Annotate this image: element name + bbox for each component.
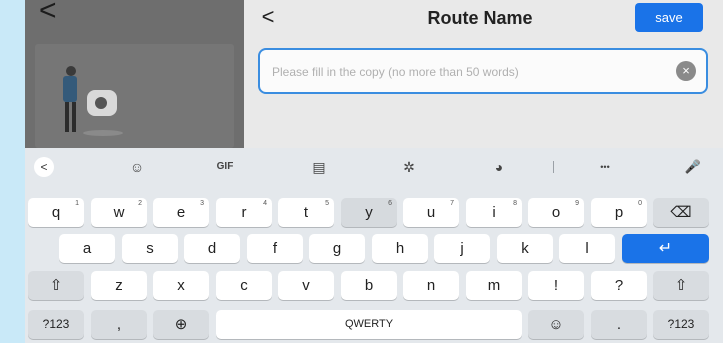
key-u[interactable]: u7	[403, 198, 459, 227]
key-k[interactable]: k	[497, 234, 553, 263]
key-question[interactable]: ?	[591, 271, 647, 300]
key-d[interactable]: d	[184, 234, 240, 263]
key-v[interactable]: v	[278, 271, 334, 300]
shift-key-right[interactable]: ⇧	[653, 271, 709, 300]
copy-field[interactable]: ×	[258, 48, 708, 94]
shift-key-left[interactable]: ⇧	[28, 271, 84, 300]
key-e[interactable]: e3	[153, 198, 209, 227]
person-illustration	[57, 66, 87, 138]
key-h[interactable]: h	[372, 234, 428, 263]
ground-shadow-illustration	[83, 130, 123, 136]
clipboard-icon[interactable]: ▤	[307, 157, 331, 177]
backspace-key[interactable]: ⌫	[653, 198, 709, 227]
save-button[interactable]: save	[635, 3, 703, 32]
key-b[interactable]: b	[341, 271, 397, 300]
robot-illustration	[87, 90, 117, 116]
key-y[interactable]: y6	[341, 198, 397, 227]
gif-button[interactable]: GIF	[211, 157, 239, 177]
enter-key[interactable]: ↵	[622, 234, 709, 263]
period-key[interactable]: .	[591, 310, 647, 339]
key-c[interactable]: c	[216, 271, 272, 300]
key-j[interactable]: j	[434, 234, 490, 263]
illustration-card	[35, 44, 234, 148]
key-t[interactable]: t5	[278, 198, 334, 227]
on-screen-keyboard: < ☺ GIF ▤ ✲ ◕ ••• 🎤 q1 w2 e3 r4 t5 y6 u7…	[25, 148, 723, 343]
screen-edge	[0, 0, 25, 343]
key-q[interactable]: q1	[28, 198, 84, 227]
comma-key[interactable]: ,	[91, 310, 147, 339]
key-x[interactable]: x	[153, 271, 209, 300]
copy-input[interactable]	[270, 50, 674, 94]
route-name-modal: < Route Name save ×	[244, 0, 723, 148]
globe-icon[interactable]: ⊕	[153, 310, 209, 339]
key-f[interactable]: f	[247, 234, 303, 263]
emoji-icon[interactable]: ☺	[528, 310, 584, 339]
more-icon[interactable]: •••	[591, 157, 619, 177]
keyboard-toolbar: < ☺ GIF ▤ ✲ ◕ ••• 🎤	[25, 148, 723, 186]
symbols-key-right[interactable]: ?123	[653, 310, 709, 339]
back-button[interactable]: <	[256, 6, 280, 30]
key-s[interactable]: s	[122, 234, 178, 263]
key-n[interactable]: n	[403, 271, 459, 300]
key-z[interactable]: z	[91, 271, 147, 300]
clear-icon[interactable]: ×	[676, 61, 696, 81]
key-a[interactable]: a	[59, 234, 115, 263]
theme-icon[interactable]: ◕	[487, 157, 511, 177]
key-i[interactable]: i8	[466, 198, 522, 227]
key-g[interactable]: g	[309, 234, 365, 263]
modal-header: < Route Name save	[244, 0, 723, 36]
key-r[interactable]: r4	[216, 198, 272, 227]
key-m[interactable]: m	[466, 271, 522, 300]
key-l[interactable]: l	[559, 234, 615, 263]
space-bar[interactable]: QWERTY	[216, 310, 522, 339]
symbols-key-left[interactable]: ?123	[28, 310, 84, 339]
key-o[interactable]: o9	[528, 198, 584, 227]
key-p[interactable]: p0	[591, 198, 647, 227]
key-exclamation[interactable]: !	[528, 271, 584, 300]
settings-icon[interactable]: ✲	[397, 157, 421, 177]
keyboard-back-icon[interactable]: <	[34, 157, 54, 177]
background-app-panel: <	[25, 0, 244, 148]
toolbar-divider	[553, 161, 554, 173]
background-back-icon: <	[39, 0, 57, 27]
key-w[interactable]: w2	[91, 198, 147, 227]
microphone-icon[interactable]: 🎤	[681, 157, 705, 177]
sticker-icon[interactable]: ☺	[125, 157, 149, 177]
page-title: Route Name	[427, 8, 533, 28]
